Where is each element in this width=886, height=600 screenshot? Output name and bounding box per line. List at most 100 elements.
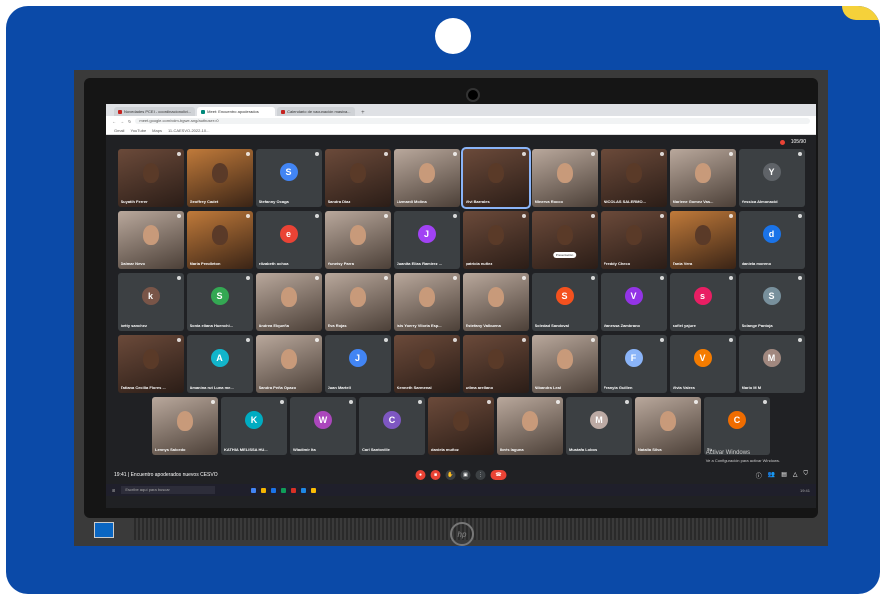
bookmark-item[interactable]: YouTube	[130, 128, 146, 133]
taskbar-app-icon[interactable]	[271, 487, 277, 493]
back-icon[interactable]: ←	[112, 119, 116, 124]
participant-tile[interactable]: Suyatih Ferrer	[117, 149, 184, 207]
participant-name: Suyatih Ferrer	[120, 199, 148, 204]
activate-title: Activar Windows	[705, 450, 751, 456]
url-field[interactable]: meet.google.com/vdm-bgwe-sng/authuser=0	[135, 118, 810, 124]
participant-tile[interactable]: k betty sanchez	[117, 273, 184, 331]
chrome-icon[interactable]	[311, 487, 317, 493]
reload-icon[interactable]: ↻	[128, 119, 131, 124]
participant-tile[interactable]: Lizmardi Molina	[393, 149, 460, 207]
word-icon[interactable]	[301, 487, 307, 493]
participant-tile[interactable]: daniela muñoz	[428, 397, 494, 455]
participant-tile[interactable]: patricia nuñez	[462, 211, 529, 269]
camera-off-icon[interactable]: ■	[430, 470, 441, 480]
raise-hand-icon[interactable]: ✋	[445, 470, 456, 480]
mic-status-icon	[590, 338, 595, 342]
mic-status-icon	[694, 400, 698, 404]
participant-tile[interactable]: C Carl Santoville	[359, 397, 425, 455]
participant-name: Solange Pantoja	[741, 323, 773, 328]
participant-tile[interactable]: V Vanessa Zambrano	[600, 273, 667, 331]
participant-tile[interactable]: Sandra Diaz	[324, 149, 391, 207]
participant-video	[487, 349, 504, 370]
participant-tile[interactable]: NICOLAS SALERMO...	[600, 149, 667, 207]
participant-tile[interactable]: S Sonia eliana Huenchi...	[186, 273, 253, 331]
participant-grid: Suyatih Ferrer Geoffrey Cadet S Stefanny Oc…	[112, 147, 810, 459]
present-icon[interactable]: ▣	[460, 470, 471, 480]
windows-taskbar: ⊞ Escribe aquí para buscar 19:41	[106, 484, 816, 496]
mic-status-icon	[728, 276, 733, 280]
participant-tile[interactable]: Freddy Checo	[600, 211, 667, 269]
bookmark-item[interactable]: Gmail	[114, 128, 124, 133]
participant-tile[interactable]: Tania Vera	[669, 211, 736, 269]
taskbar-app-icon[interactable]	[291, 487, 297, 493]
bookmark-item[interactable]: 11-CAESVO-2022-10...	[168, 128, 210, 133]
chat-icon[interactable]: ▤	[781, 471, 787, 480]
participant-tile[interactable]: Eva Rojas	[324, 273, 391, 331]
windows-start-icon[interactable]: ⊞	[112, 488, 115, 493]
host-controls-icon[interactable]: ⛉	[803, 471, 808, 480]
participant-tile[interactable]: Y Yessica Almonacid	[738, 149, 805, 207]
participant-tile[interactable]: M Mario M M	[738, 335, 805, 393]
participant-tile[interactable]: Dalmar Nevo	[117, 211, 184, 269]
participant-tile[interactable]: Natalia Silva	[635, 397, 701, 455]
participant-tile[interactable]: Isis Yoerry Viloria Esp...	[393, 273, 460, 331]
activities-icon[interactable]: △	[793, 471, 798, 480]
participant-tile[interactable]: S Soledad Sandoval	[531, 273, 598, 331]
info-icon[interactable]: ⓘ	[756, 471, 762, 480]
participant-tile[interactable]: C Tú	[704, 397, 770, 455]
participant-tile[interactable]: wilma arellano	[462, 335, 529, 393]
participant-tile[interactable]: Estefany Valbuena	[462, 273, 529, 331]
participant-tile[interactable]: Marlene Gomez Vas...	[669, 149, 736, 207]
taskbar-app-icon[interactable]	[251, 487, 257, 493]
presentation-pill[interactable]: Presentación	[552, 251, 577, 258]
participant-tile[interactable]: J Juanita Elias Ramirez ...	[393, 211, 460, 269]
participant-tile[interactable]: Andrea Elqueña	[255, 273, 322, 331]
participant-tile[interactable]: Nibandra Leal	[531, 335, 598, 393]
participant-tile[interactable]: Lennys Salcedo	[152, 397, 218, 455]
folder-icon[interactable]	[261, 487, 267, 493]
taskbar-search-input[interactable]: Escribe aquí para buscar	[121, 486, 216, 494]
mic-status-icon	[245, 338, 250, 342]
participant-tile[interactable]: Geoffrey Cadet	[186, 149, 253, 207]
browser-tab-active[interactable]: Meet: Encuentro apoderados	[197, 107, 276, 116]
participant-tile[interactable]: d daniela moreno	[738, 211, 805, 269]
hang-up-button[interactable]: ☎	[490, 470, 507, 480]
participant-avatar: C	[728, 411, 746, 430]
more-options-icon[interactable]: ⋮	[475, 470, 486, 480]
participant-tile[interactable]: Sandra Peña Opazo	[255, 335, 322, 393]
participant-tile[interactable]: Vivi Barrales	[460, 147, 531, 209]
participant-tile[interactable]: Tatiana Cecilia Flores ...	[117, 335, 184, 393]
new-tab-icon[interactable]: +	[357, 110, 369, 116]
participant-tile[interactable]: Ibrés laguna	[497, 397, 563, 455]
participant-tile[interactable]: W Wladimir Ita	[290, 397, 356, 455]
participant-tile[interactable]: S Stefanny Ocaga	[255, 149, 322, 207]
participant-tile[interactable]: Presentación	[531, 211, 598, 269]
participant-tile[interactable]: A Amanina rut Luna me...	[186, 335, 253, 393]
mic-off-icon[interactable]: ●	[415, 470, 426, 480]
mic-status-icon	[452, 152, 457, 156]
participant-name: Maria Pendleton	[189, 261, 221, 266]
browser-tab[interactable]: Calendario de vacunación masiva...	[277, 107, 356, 116]
people-icon[interactable]: 👥	[768, 471, 775, 480]
participant-tile[interactable]: Yuneisy Parra	[324, 211, 391, 269]
participant-tile[interactable]: e elizabeth ochoa	[255, 211, 322, 269]
tab-label: Meet: Encuentro apoderados	[207, 109, 259, 114]
taskbar-app-icon[interactable]	[281, 487, 287, 493]
mic-status-icon	[383, 338, 388, 342]
participant-tile[interactable]: V Vivia Valera	[669, 335, 736, 393]
participant-tile[interactable]: F Franyia Guillen	[600, 335, 667, 393]
participant-tile[interactable]: M Mustafa Lobos	[566, 397, 632, 455]
participant-tile[interactable]: S Solange Pantoja	[738, 273, 805, 331]
participant-video	[487, 163, 504, 184]
participant-tile[interactable]: Minerva Rocco	[531, 149, 598, 207]
participant-name: Andrea Elqueña	[258, 323, 289, 328]
bookmark-item[interactable]: Maps	[152, 128, 162, 133]
participant-tile[interactable]: K KATHIA MELISSA HU...	[221, 397, 287, 455]
participant-tile[interactable]: s sofiel yajure	[669, 273, 736, 331]
browser-tab[interactable]: Novedades PCEI - coordinacionolivi...	[114, 107, 196, 116]
participant-tile[interactable]: Maria Pendleton	[186, 211, 253, 269]
blue-card: Novedades PCEI - coordinacionolivi... Me…	[6, 6, 880, 594]
forward-icon[interactable]: →	[120, 119, 124, 124]
participant-tile[interactable]: J Juan Martell	[324, 335, 391, 393]
participant-tile[interactable]: Kenneth Sarmenal	[393, 335, 460, 393]
